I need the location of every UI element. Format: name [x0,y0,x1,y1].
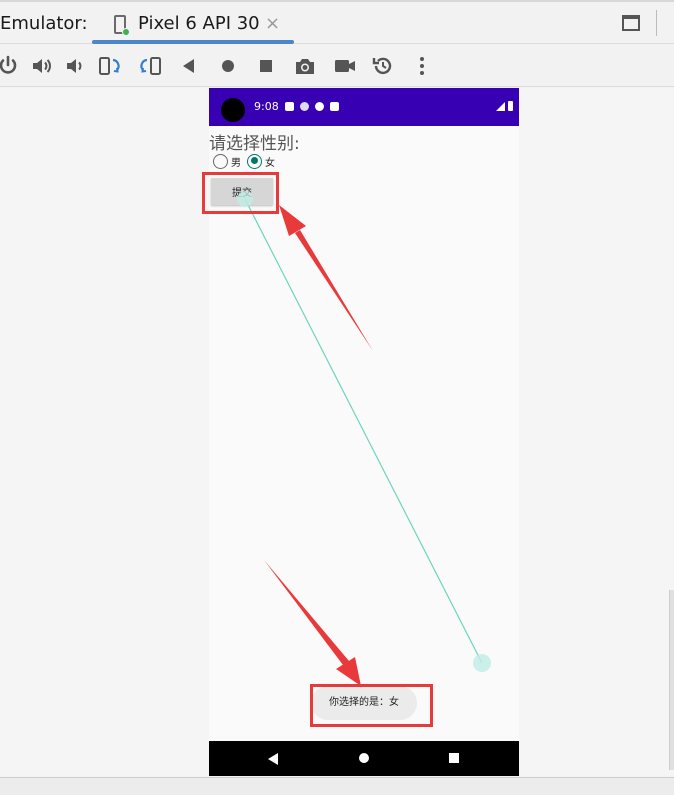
ide-bottom-bar [0,777,674,795]
device-tab[interactable]: Pixel 6 API 30 × [92,4,294,44]
active-tab-indicator [92,40,294,44]
device-phone-icon [114,15,130,36]
camera-cutout [221,98,245,122]
gender-radio-group: 男 女 [213,152,281,170]
device-screen[interactable]: 9:08 请选择性别: 男 女 提交 你选择的是：女 [209,88,519,776]
tool-window-label: Emulator: [0,13,88,34]
status-time: 9:08 [254,100,279,113]
rotate-right-icon[interactable] [138,54,162,78]
snapshot-icon[interactable] [371,54,395,78]
more-icon[interactable] [410,54,434,78]
emulator-toolbar [0,45,674,87]
gender-prompt: 请选择性别: [209,134,300,154]
tool-window-tab-bar: Emulator: Pixel 6 API 30 × [0,0,674,44]
screen-record-icon[interactable] [333,54,357,78]
back-icon[interactable] [177,54,201,78]
status-bar: 9:08 [209,88,519,126]
system-navigation-bar [209,741,519,776]
toolbar-separator [656,10,657,36]
tab-close-icon[interactable]: × [265,13,280,34]
data-saver-icon [315,101,324,111]
status-notification-icons [285,100,339,112]
cell-signal-icon [496,102,505,111]
sd-card-icon [330,101,339,111]
toast-message: 你选择的是：女 [311,686,417,720]
wifi-icon [300,101,309,111]
overview-icon[interactable] [254,54,278,78]
notification-a-icon [285,101,294,111]
power-icon[interactable] [0,54,20,78]
nav-recents-icon[interactable] [449,753,459,763]
radio-male-label: 男 [231,157,241,169]
rotate-left-icon[interactable] [98,54,122,78]
home-icon[interactable] [216,54,240,78]
submit-button[interactable]: 提交 [211,178,273,205]
device-tab-title: Pixel 6 API 30 [138,13,260,34]
radio-female-label: 女 [265,157,275,169]
window-layout-icon[interactable] [622,15,640,31]
camera-icon[interactable] [293,54,317,78]
battery-icon [508,101,513,111]
radio-female-indicator[interactable] [247,153,262,169]
radio-female[interactable]: 女 [247,153,275,169]
nav-back-icon[interactable] [268,753,278,765]
device-online-dot-icon [122,28,130,36]
nav-home-icon[interactable] [359,753,369,763]
status-system-icons [496,101,513,111]
ide-scrollbar[interactable] [669,590,674,770]
radio-male-indicator[interactable] [213,153,228,169]
radio-male[interactable]: 男 [213,153,241,169]
volume-up-icon[interactable] [30,54,54,78]
volume-down-icon[interactable] [63,54,87,78]
